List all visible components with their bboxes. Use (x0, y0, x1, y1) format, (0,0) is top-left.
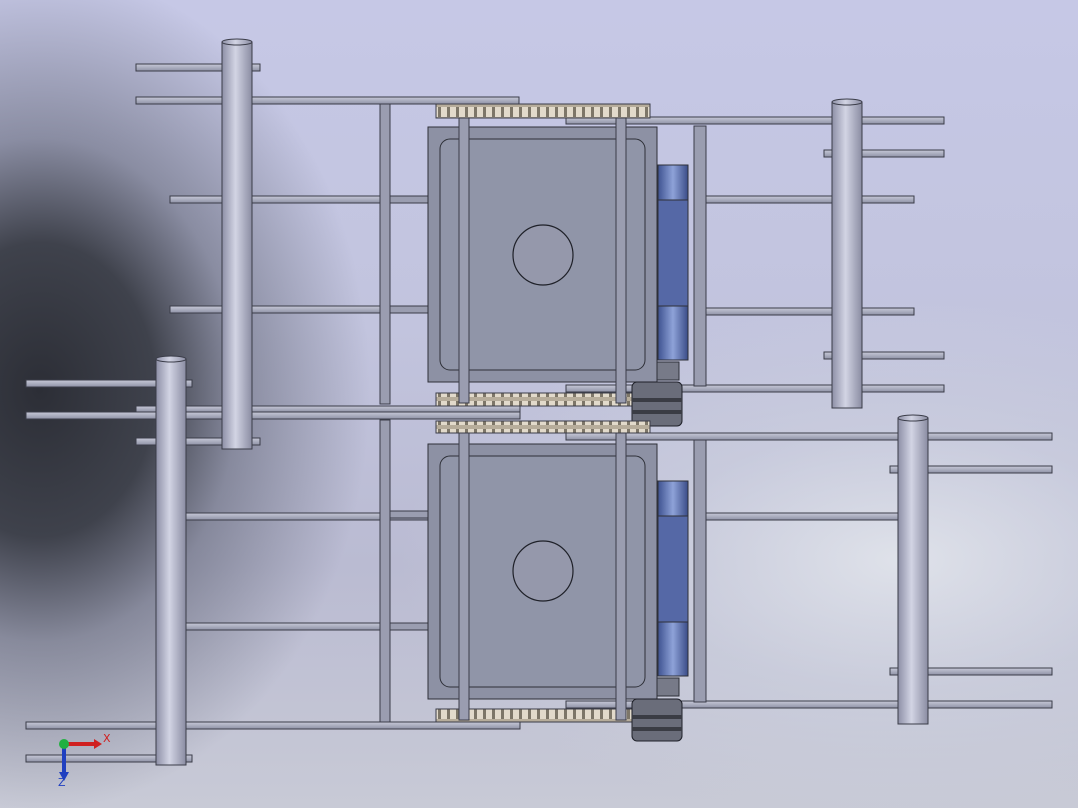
y-axis-dot-icon (59, 739, 69, 749)
triad-z-label: Z (58, 776, 66, 789)
cad-3d-viewport[interactable]: X Z (0, 0, 1078, 808)
coordinate-triad (59, 739, 102, 781)
triad-x-label: X (103, 732, 111, 745)
